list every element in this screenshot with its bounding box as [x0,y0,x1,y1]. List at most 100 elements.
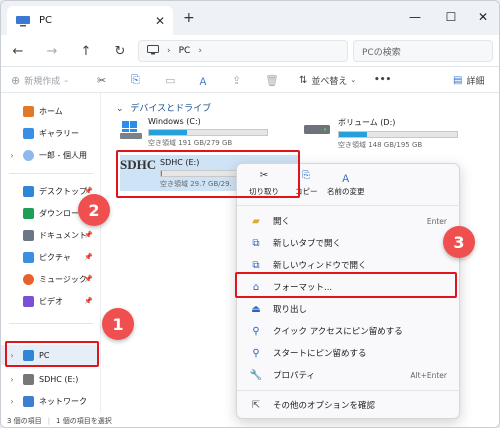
chevron-right-icon: › [10,150,14,160]
selected-count: 1 個の項目を選択 [56,417,112,425]
share-icon[interactable]: ⇪ [232,72,241,88]
step-badge-1: 1 [102,308,134,340]
new-button[interactable]: ⊕ 新規作成 ⌄ [11,72,69,88]
menu-item-properties[interactable]: 🔧 プロパティ Alt+Enter [243,364,455,386]
sidebar-item-label: ミュージック [39,274,87,284]
sidebar-item-pictures[interactable]: ピクチャ 📌 [1,247,99,267]
minimize-button[interactable]: — [405,7,425,27]
drive-free-space: 空き領域 191 GB/279 GB [148,139,233,147]
chevron-right-icon: › [10,374,14,384]
tab-close-icon[interactable]: ✕ [155,14,165,28]
refresh-button[interactable]: ↻ [111,42,129,60]
more-options-icon: ⇱ [251,399,261,411]
sidebar-item-label: ネットワーク [39,396,87,406]
sidebar-item-documents[interactable]: ドキュメント 📌 [1,225,99,245]
menu-item-pin-start[interactable]: ⚲ スタートにピン留めする [243,342,455,364]
section-header[interactable]: ⌄ デバイスとドライブ [116,101,211,114]
drive-name: ボリューム (D:) [338,118,396,127]
path-box[interactable]: › PC › [138,40,348,62]
sidebar-item-music[interactable]: ミュージック 📌 [1,269,99,289]
path-separator-2: › [198,46,202,56]
menu-item-pin-quick-access[interactable]: ⚲ クイック アクセスにピン留めする [243,320,455,342]
drive-d[interactable]: ボリューム (D:) 空き領域 148 GB/195 GB [304,117,474,153]
menu-item-shortcut: Enter [426,216,447,226]
sidebar-item-sdhc[interactable]: › SDHC (E:) [1,369,99,389]
chevron-right-icon: › [10,396,14,406]
menu-item-label: プロパティ [273,371,315,381]
pin-icon: 📌 [84,275,93,283]
picture-icon [23,251,34,263]
sidebar-item-videos[interactable]: ビデオ 📌 [1,291,99,311]
details-pane-icon: ▤ [453,74,463,86]
eject-icon: ⏏ [251,303,261,315]
sidebar-item-gallery[interactable]: ギャラリー [1,123,99,143]
new-tab-button[interactable]: + [183,10,195,26]
rename-action[interactable]: Ａ 名前の変更 [327,170,365,197]
drive-c[interactable]: Windows (C:) 空き領域 191 GB/279 GB [120,117,290,153]
tab-title: PC [39,15,53,26]
monitor-icon [147,44,159,58]
search-input[interactable]: PCの検索 [353,40,493,62]
sidebar-item-home[interactable]: ホーム [1,101,99,121]
sort-icon: ⇅ [299,74,308,86]
menu-item-open-new-tab[interactable]: ⧉ 新しいタブで開く [243,232,455,254]
sort-button[interactable]: ⇅ 並べ替え ⌄ [299,72,356,88]
path-segment-pc[interactable]: PC [179,46,191,56]
document-icon [23,229,34,241]
close-button[interactable]: ✕ [473,7,493,27]
menu-item-more-options[interactable]: ⇱ その他のオプションを確認 [243,394,455,416]
new-window-icon: ⧉ [252,259,260,271]
menu-item-label: 取り出し [273,305,308,315]
drive-icon [304,125,338,153]
pin-icon: ⚲ [252,325,260,337]
delete-icon[interactable]: 🗑 [265,72,279,88]
highlight-format [235,272,457,298]
sidebar-item-label: ホーム [39,106,63,116]
windows-drive-icon [120,121,148,153]
pin-icon: 📌 [84,297,93,305]
new-label: 新規作成 [24,76,61,87]
rename-icon[interactable]: Ａ [198,72,208,88]
chevron-down-icon: ⌄ [350,76,357,84]
more-button[interactable]: ••• [374,72,391,88]
step-badge-3: 3 [443,226,475,258]
menu-item-open[interactable]: ▰ 開く Enter [243,210,455,232]
sidebar-divider [9,323,93,324]
cut-icon[interactable]: ✂ [97,72,106,88]
back-button[interactable]: ← [9,42,27,60]
menu-item-label: 新しいウィンドウで開く [273,261,367,271]
sidebar-item-onedrive[interactable]: › 一郎 - 個人用 [1,145,99,165]
highlight-pc [5,341,99,367]
forward-button[interactable]: → [43,42,61,60]
pin-icon: 📌 [84,253,93,261]
sidebar-item-network[interactable]: › ネットワーク [1,391,99,411]
title-bar: PC ✕ + — ☐ ✕ [1,1,499,35]
gallery-icon [23,127,34,139]
music-icon [23,273,34,285]
paste-icon[interactable]: ▭ [165,72,175,88]
sidebar-item-label: ピクチャ [39,252,71,262]
pin-icon: 📌 [84,231,93,239]
details-label: 詳細 [466,76,485,87]
sidebar-item-label: デスクトップ [39,186,87,196]
drive-usage-bar [338,131,458,138]
tab-pc[interactable]: PC ✕ [7,6,173,35]
up-button[interactable]: ↑ [77,42,95,60]
pc-icon [15,15,31,27]
copy-icon: ⎘ [302,170,311,181]
sidebar-item-label: ギャラリー [39,128,79,138]
menu-separator [237,390,461,391]
item-count: 3 個の項目 [7,417,42,425]
menu-item-label: 新しいタブで開く [273,239,342,249]
menu-item-eject[interactable]: ⏏ 取り出し [243,298,455,320]
sidebar-item-label: ビデオ [39,296,63,306]
copy-icon[interactable]: ⎘ [131,72,140,88]
chevron-down-icon: ⌄ [116,104,124,114]
section-title: デバイスとドライブ [130,104,212,114]
chevron-down-icon: ⌄ [63,76,70,84]
highlight-sdhc-drive [116,150,300,198]
command-bar: ⊕ 新規作成 ⌄ ✂ ⎘ ▭ Ａ ⇪ 🗑 ⇅ 並べ替え ⌄ ••• ▤ 詳細 [1,67,499,93]
details-button[interactable]: ▤ 詳細 [453,72,484,88]
maximize-button[interactable]: ☐ [441,7,461,27]
rename-icon: Ａ [340,174,351,185]
